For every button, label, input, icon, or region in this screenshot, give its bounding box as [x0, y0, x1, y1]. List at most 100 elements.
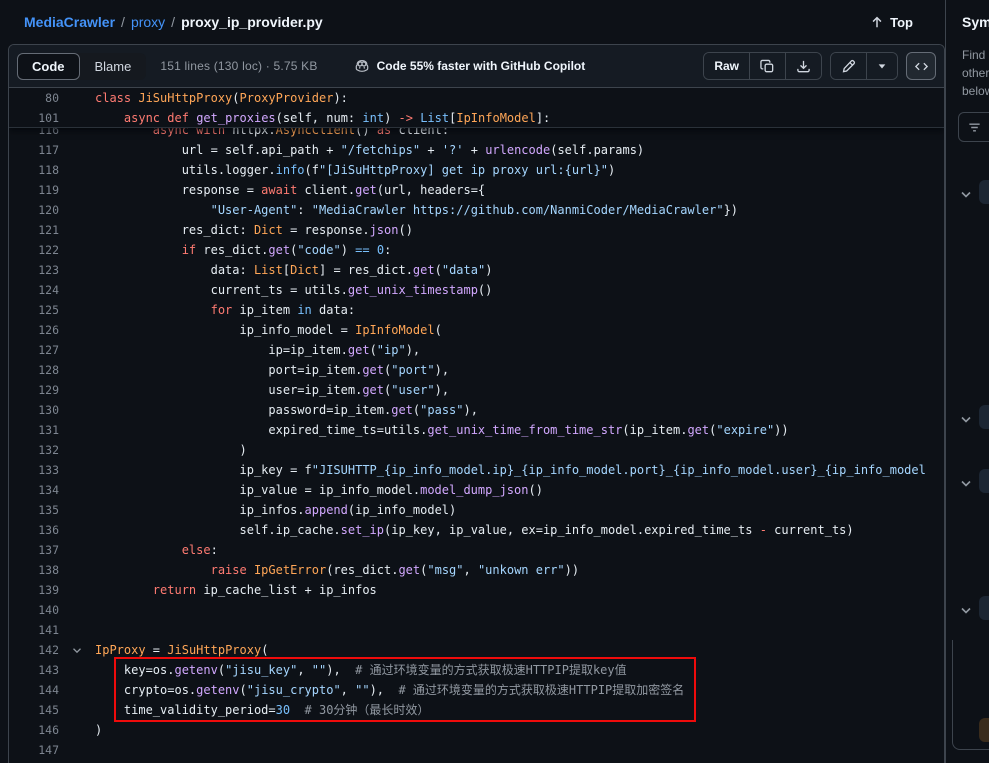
download-raw-button[interactable] [786, 53, 821, 79]
tab-code[interactable]: Code [17, 53, 80, 80]
line-number[interactable]: 135 [9, 500, 59, 520]
code-text: "User-Agent": "MediaCrawler https://gith… [95, 200, 944, 220]
line-number[interactable]: 125 [9, 300, 59, 320]
line-number[interactable]: 134 [9, 480, 59, 500]
gutter-spacer [59, 260, 95, 280]
line-number[interactable]: 136 [9, 520, 59, 540]
gutter-spacer [59, 620, 95, 640]
breadcrumb-folder-link[interactable]: proxy [131, 14, 165, 30]
symbol-pill[interactable] [979, 596, 989, 620]
code-line-139: 139 return ip_cache_list + ip_infos [9, 580, 944, 600]
line-number[interactable]: 123 [9, 260, 59, 280]
file-toolbar: Code Blame 151 lines (130 loc) · 5.75 KB… [9, 45, 944, 88]
line-number[interactable]: 118 [9, 160, 59, 180]
gutter-spacer [59, 160, 95, 180]
fold-toggle[interactable] [59, 640, 95, 660]
gutter-spacer [59, 200, 95, 220]
gutter-spacer [59, 108, 95, 128]
code-line-124: 124 current_ts = utils.get_unix_timestam… [9, 280, 944, 300]
line-number[interactable]: 120 [9, 200, 59, 220]
code-line-143: 143 key=os.getenv("jisu_key", ""), # 通过环… [9, 660, 944, 680]
line-number[interactable]: 147 [9, 740, 59, 760]
breadcrumb-repo-link[interactable]: MediaCrawler [24, 14, 115, 30]
code-line-117: 117 url = self.api_path + "/fetchips" + … [9, 140, 944, 160]
code-text: self.ip_cache.set_ip(ip_key, ip_value, e… [95, 520, 944, 540]
code-text: expired_time_ts=utils.get_unix_time_from… [95, 420, 944, 440]
line-number[interactable]: 142 [9, 640, 59, 660]
line-number[interactable]: 146 [9, 720, 59, 740]
symbols-filter-button[interactable] [958, 112, 989, 142]
line-number[interactable]: 145 [9, 700, 59, 720]
line-number[interactable]: 126 [9, 320, 59, 340]
symbol-pill[interactable] [979, 405, 989, 429]
copilot-icon [354, 58, 370, 74]
gutter-spacer [59, 240, 95, 260]
symbol-pill[interactable] [979, 469, 989, 493]
line-number[interactable]: 117 [9, 140, 59, 160]
line-number[interactable]: 127 [9, 340, 59, 360]
code-line-132: 132 ) [9, 440, 944, 460]
code-line-131: 131 expired_time_ts=utils.get_unix_time_… [9, 420, 944, 440]
line-number[interactable]: 141 [9, 620, 59, 640]
breadcrumb-separator: / [171, 14, 175, 30]
line-number[interactable]: 131 [9, 420, 59, 440]
chevron-down-icon[interactable] [958, 602, 974, 618]
line-number[interactable]: 143 [9, 660, 59, 680]
code-line-147: 147 [9, 740, 944, 760]
line-number[interactable]: 132 [9, 440, 59, 460]
symbol-pill[interactable] [979, 180, 989, 204]
code-text: IpProxy = JiSuHttpProxy( [95, 640, 944, 660]
fold-toggle-icon[interactable] [70, 643, 84, 657]
tab-blame[interactable]: Blame [80, 53, 147, 80]
line-number[interactable]: 133 [9, 460, 59, 480]
code-text: if res_dict.get("code") == 0: [95, 240, 944, 260]
gutter-spacer [59, 740, 95, 760]
code-text: data: List[Dict] = res_dict.get("data") [95, 260, 944, 280]
code-text: raise IpGetError(res_dict.get("msg", "un… [95, 560, 944, 580]
line-number[interactable]: 139 [9, 580, 59, 600]
code-text: current_ts = utils.get_unix_timestamp() [95, 280, 944, 300]
code-text: ) [95, 440, 944, 460]
line-number[interactable]: 119 [9, 180, 59, 200]
line-number[interactable]: 144 [9, 680, 59, 700]
file-view-container: Code Blame 151 lines (130 loc) · 5.75 KB… [8, 44, 945, 763]
line-number[interactable]: 130 [9, 400, 59, 420]
gutter-spacer [59, 180, 95, 200]
code-text: else: [95, 540, 944, 560]
gutter-spacer [59, 360, 95, 380]
code-blame-switcher: Code Blame [17, 53, 146, 80]
copy-raw-button[interactable] [750, 53, 786, 79]
line-number[interactable]: 122 [9, 240, 59, 260]
code-text: ip_value = ip_info_model.model_dump_json… [95, 480, 944, 500]
line-number[interactable]: 101 [9, 108, 59, 128]
raw-button[interactable]: Raw [704, 53, 750, 79]
line-number[interactable]: 138 [9, 560, 59, 580]
edit-dropdown-button[interactable] [867, 53, 897, 79]
chevron-down-icon[interactable] [958, 411, 974, 427]
gutter-spacer [59, 280, 95, 300]
code-line-118: 118 utils.logger.info(f"[JiSuHttpProxy] … [9, 160, 944, 180]
code-text: ip_infos.append(ip_info_model) [95, 500, 944, 520]
line-number[interactable]: 140 [9, 600, 59, 620]
download-icon [796, 59, 811, 74]
line-number[interactable]: 137 [9, 540, 59, 560]
edit-file-button[interactable] [831, 53, 867, 79]
code-text: user=ip_item.get("user"), [95, 380, 944, 400]
code-line-128: 128 port=ip_item.get("port"), [9, 360, 944, 380]
scroll-to-top-button[interactable]: Top [870, 15, 913, 30]
code-lines: 116 async with httpx.AsyncClient() as cl… [9, 120, 944, 760]
chevron-down-icon[interactable] [958, 186, 974, 202]
line-number[interactable]: 80 [9, 88, 59, 108]
code-text: password=ip_item.get("pass"), [95, 400, 944, 420]
chevron-down-icon[interactable] [958, 475, 974, 491]
code-line-119: 119 response = await client.get(url, hea… [9, 180, 944, 200]
line-number[interactable]: 129 [9, 380, 59, 400]
arrow-up-icon [870, 15, 884, 29]
code-line-136: 136 self.ip_cache.set_ip(ip_key, ip_valu… [9, 520, 944, 540]
line-number[interactable]: 121 [9, 220, 59, 240]
symbols-panel-toggle[interactable] [906, 52, 936, 80]
line-number[interactable]: 124 [9, 280, 59, 300]
code-line-146: 146) [9, 720, 944, 740]
code-line-137: 137 else: [9, 540, 944, 560]
line-number[interactable]: 128 [9, 360, 59, 380]
